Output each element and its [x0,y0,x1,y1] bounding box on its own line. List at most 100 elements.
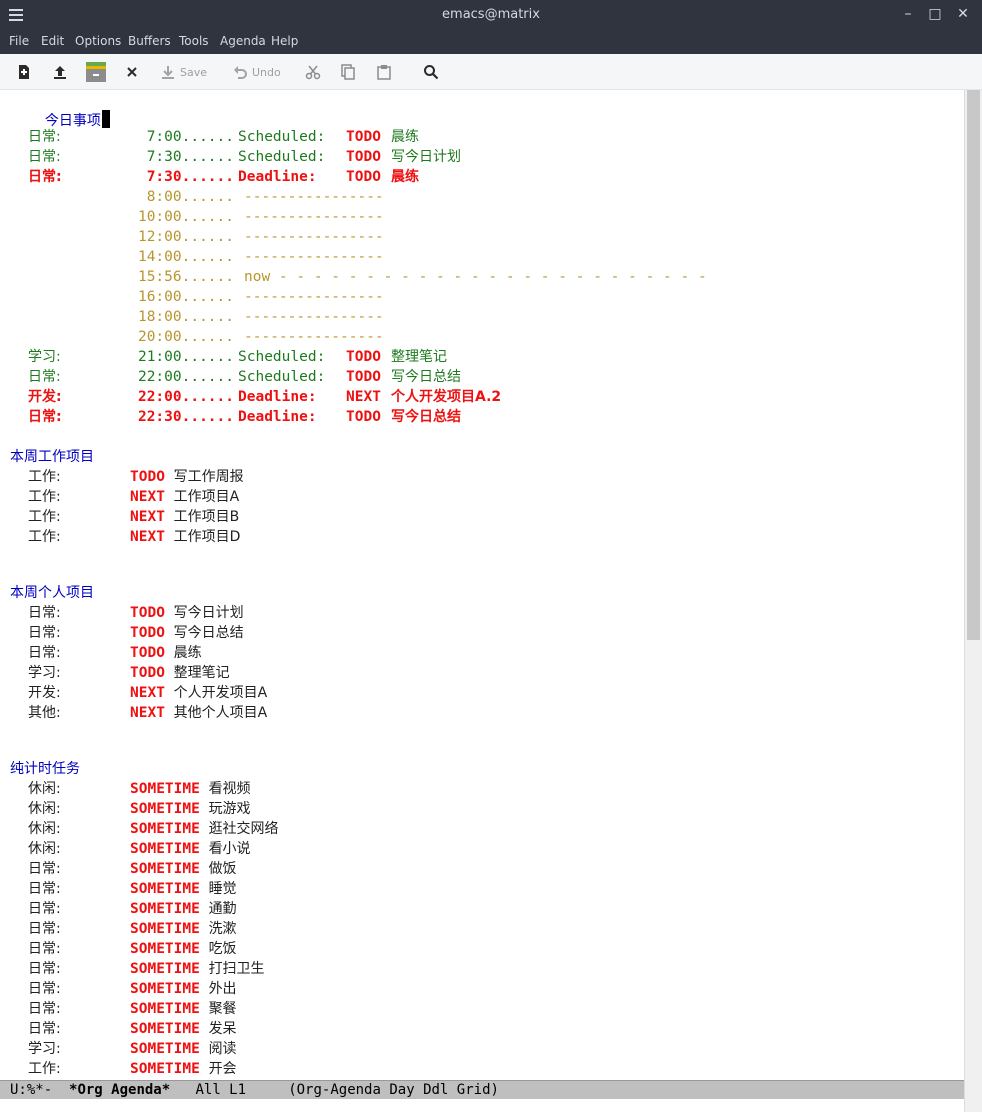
todo-keyword[interactable]: TODO [130,467,165,487]
agenda-item[interactable]: 工作: NEXT 工作项目B [0,507,960,527]
agenda-item[interactable]: 休闲: SOMETIME 逛社交网络 [0,819,960,839]
agenda-item[interactable]: 休闲: SOMETIME 看小说 [0,839,960,859]
item-title[interactable]: 看视频 [209,779,251,799]
menu-help[interactable]: Help [271,34,298,48]
vertical-scrollbar[interactable] [964,90,982,1112]
item-title[interactable]: 写今日总结 [391,407,461,427]
todo-keyword[interactable]: TODO [130,663,165,683]
todo-keyword[interactable]: SOMETIME [130,1059,200,1079]
item-title[interactable]: 写今日计划 [391,147,461,167]
todo-keyword[interactable]: TODO [346,367,381,387]
todo-keyword[interactable]: SOMETIME [130,1019,200,1039]
agenda-item[interactable]: 日常: 7:00...... Scheduled: TODO 晨练 [0,127,960,147]
item-title[interactable]: 看小说 [209,839,251,859]
agenda-item[interactable]: 工作: SOMETIME 开会 [0,1059,960,1079]
item-title[interactable]: 个人开发项目A [174,683,268,703]
agenda-item[interactable]: 工作: NEXT 工作项目A [0,487,960,507]
item-title[interactable]: 玩游戏 [209,799,251,819]
agenda-item[interactable]: 8:00...... ---------------- [0,187,960,207]
item-title[interactable]: 写今日总结 [391,367,461,387]
agenda-item[interactable]: 开发: 22:00...... Deadline: NEXT 个人开发项目A.2 [0,387,960,407]
agenda-item[interactable]: 工作: TODO 写工作周报 [0,467,960,487]
item-title[interactable]: 发呆 [209,1019,237,1039]
item-title[interactable]: 写今日总结 [174,623,244,643]
agenda-item[interactable]: 日常: SOMETIME 通勤 [0,899,960,919]
minimize-icon[interactable]: – [900,6,916,22]
item-title[interactable]: 整理笔记 [174,663,230,683]
todo-keyword[interactable]: NEXT [130,683,165,703]
item-title[interactable]: 工作项目B [174,507,240,527]
menu-file[interactable]: File [9,34,29,48]
modeline-modes[interactable]: (Org-Agenda Day Ddl Grid) [288,1082,499,1098]
menu-agenda[interactable]: Agenda [220,34,266,48]
todo-keyword[interactable]: SOMETIME [130,839,200,859]
agenda-item[interactable]: 日常: SOMETIME 打扫卫生 [0,959,960,979]
search-icon[interactable] [423,62,439,82]
item-title[interactable]: 洗漱 [209,919,237,939]
agenda-item[interactable]: 日常: 7:30...... Deadline: TODO 晨练 [0,167,960,187]
scrollbar-thumb[interactable] [967,90,980,640]
item-title[interactable]: 写今日计划 [174,603,244,623]
item-title[interactable]: 吃饭 [209,939,237,959]
todo-keyword[interactable]: NEXT [346,387,381,407]
item-title[interactable]: 打扫卫生 [209,959,265,979]
todo-keyword[interactable]: SOMETIME [130,939,200,959]
item-title[interactable]: 晨练 [391,167,419,187]
item-title[interactable]: 逛社交网络 [209,819,279,839]
todo-keyword[interactable]: TODO [346,347,381,367]
agenda-item[interactable]: 工作: NEXT 工作项目D [0,527,960,547]
agenda-item[interactable]: 日常: TODO 写今日计划 [0,603,960,623]
minibuffer[interactable] [0,1099,964,1112]
todo-keyword[interactable]: SOMETIME [130,779,200,799]
agenda-item[interactable]: 日常: SOMETIME 吃饭 [0,939,960,959]
agenda-item[interactable]: 日常: 22:00...... Scheduled: TODO 写今日总结 [0,367,960,387]
agenda-item[interactable]: 日常: 22:30...... Deadline: TODO 写今日总结 [0,407,960,427]
todo-keyword[interactable]: NEXT [130,487,165,507]
agenda-item[interactable]: 日常: SOMETIME 外出 [0,979,960,999]
agenda-item[interactable]: 休闲: SOMETIME 看视频 [0,779,960,799]
item-title[interactable]: 开会 [209,1059,237,1079]
agenda-item[interactable]: 日常: TODO 写今日总结 [0,623,960,643]
kill-buffer-icon[interactable] [125,62,139,82]
agenda-item[interactable]: 20:00...... ---------------- [0,327,960,347]
item-title[interactable]: 工作项目D [174,527,241,547]
copy-icon[interactable] [340,62,356,82]
todo-keyword[interactable]: TODO [130,603,165,623]
todo-keyword[interactable]: TODO [130,643,165,663]
item-title[interactable]: 其他个人项目A [174,703,268,723]
todo-keyword[interactable]: NEXT [130,507,165,527]
agenda-item[interactable]: 学习: TODO 整理笔记 [0,663,960,683]
todo-keyword[interactable]: TODO [346,147,381,167]
open-file-icon[interactable] [52,62,68,82]
todo-keyword[interactable]: SOMETIME [130,999,200,1019]
todo-keyword[interactable]: SOMETIME [130,979,200,999]
cut-icon[interactable] [305,62,321,82]
agenda-item[interactable]: 开发: NEXT 个人开发项目A [0,683,960,703]
todo-keyword[interactable]: SOMETIME [130,819,200,839]
menu-options[interactable]: Options [75,34,121,48]
agenda-item[interactable]: 日常: SOMETIME 洗漱 [0,919,960,939]
todo-keyword[interactable]: SOMETIME [130,879,200,899]
item-title[interactable]: 工作项目A [174,487,240,507]
todo-keyword[interactable]: SOMETIME [130,919,200,939]
menu-buffers[interactable]: Buffers [128,34,171,48]
agenda-item[interactable]: 10:00...... ---------------- [0,207,960,227]
agenda-item[interactable]: 日常: 7:30...... Scheduled: TODO 写今日计划 [0,147,960,167]
agenda-item[interactable]: 休闲: SOMETIME 玩游戏 [0,799,960,819]
todo-keyword[interactable]: SOMETIME [130,859,200,879]
todo-keyword[interactable]: TODO [346,167,381,187]
agenda-item[interactable]: 日常: SOMETIME 睡觉 [0,879,960,899]
menu-tools[interactable]: Tools [179,34,209,48]
todo-keyword[interactable]: SOMETIME [130,1039,200,1059]
item-title[interactable]: 睡觉 [209,879,237,899]
item-title[interactable]: 个人开发项目A.2 [391,387,501,407]
todo-keyword[interactable]: SOMETIME [130,799,200,819]
todo-keyword[interactable]: TODO [346,407,381,427]
todo-keyword[interactable]: SOMETIME [130,959,200,979]
new-file-icon[interactable] [16,62,32,82]
undo-button[interactable]: Undo [232,62,281,82]
agenda-item[interactable]: 学习: SOMETIME 阅读 [0,1039,960,1059]
item-title[interactable]: 整理笔记 [391,347,447,367]
item-title[interactable]: 晨练 [391,127,419,147]
agenda-item[interactable]: 16:00...... ---------------- [0,287,960,307]
